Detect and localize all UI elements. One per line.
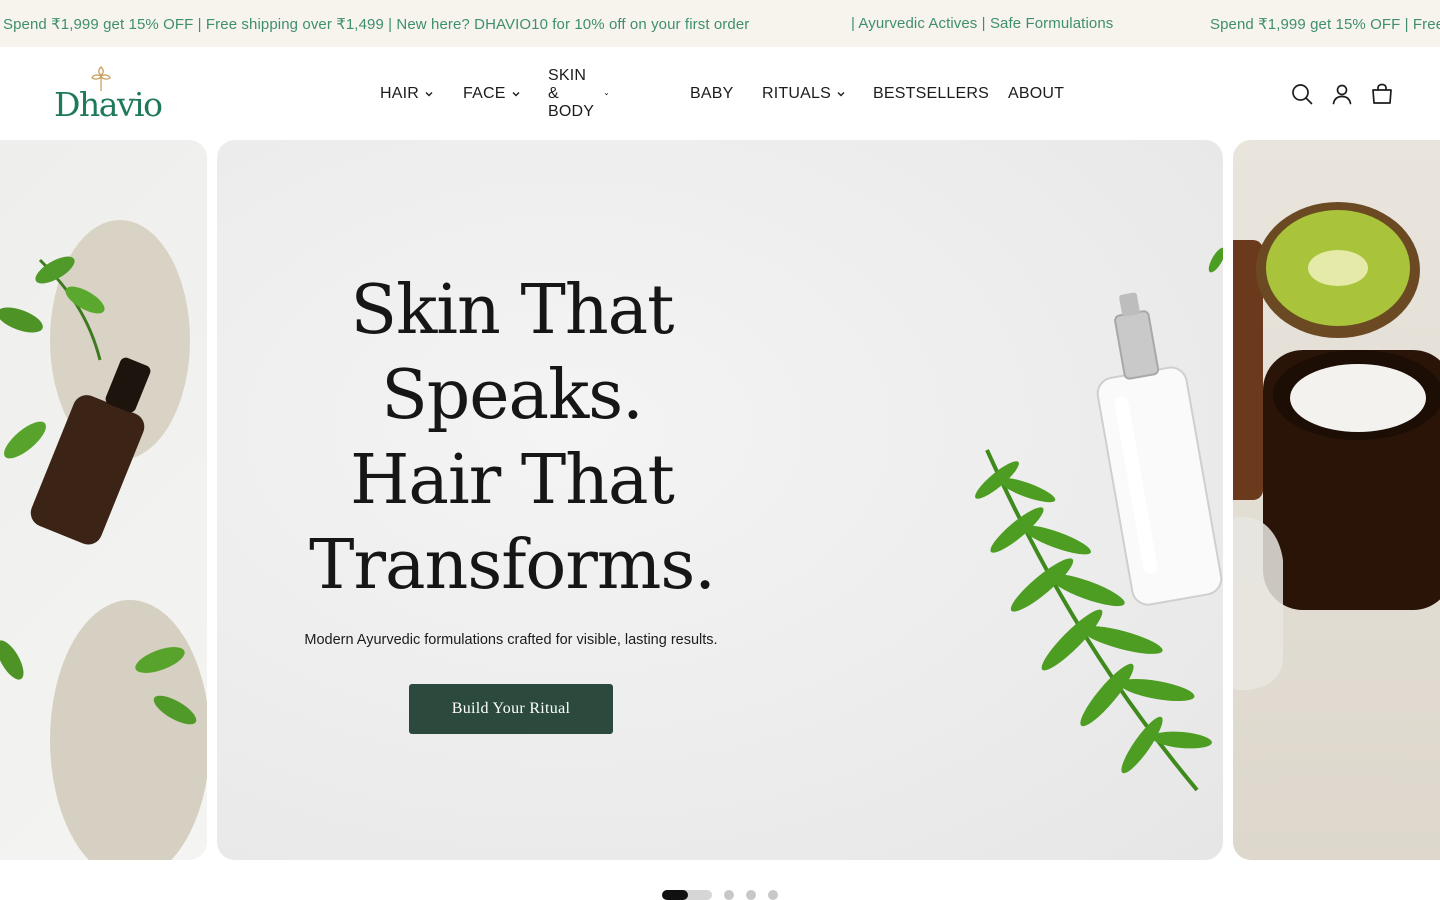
nav-item-face[interactable]: FACE (463, 83, 521, 105)
nav-item-label: BESTSELLERS (873, 85, 990, 102)
nav-item-baby[interactable]: BABY (690, 83, 734, 105)
nav-item-rituals[interactable]: RITUALS (762, 83, 846, 105)
product-photo (1233, 202, 1440, 691)
carousel-dot[interactable] (746, 890, 756, 900)
cart-icon[interactable] (1370, 82, 1394, 106)
announcement-message: Spend ₹1,999 get 15% OFF | Free (1210, 16, 1440, 33)
chevron-down-icon (425, 92, 433, 97)
account-icon[interactable] (1330, 82, 1354, 106)
brand-logo[interactable]: Dhavio (54, 63, 163, 125)
carousel-slide-previous[interactable] (0, 140, 207, 860)
nav-item-label: FACE (463, 85, 506, 102)
nav-item-label: ABOUT (1008, 85, 1065, 102)
hero-title: Skin That Speaks. Hair That Transforms. (309, 271, 716, 605)
carousel-dot-track[interactable] (662, 890, 712, 900)
logo-wordmark: Dhavio (54, 85, 163, 124)
nav-item-label: HAIR (380, 85, 420, 102)
announcement-bar: Spend ₹1,999 get 15% OFF | Free shipping… (0, 0, 1440, 47)
build-ritual-button[interactable]: Build Your Ritual (409, 684, 613, 734)
nav-item-skin-body[interactable]: SKIN & BODY (548, 67, 609, 120)
nav-item-about[interactable]: ABOUT (1008, 83, 1064, 105)
nav-item-hair[interactable]: HAIR (380, 83, 434, 105)
site-header: Dhavio HAIR FACE SKIN & BODY BABY RITUAL… (0, 47, 1440, 140)
chevron-down-icon (512, 92, 520, 97)
announcement-message: | Ayurvedic Actives | Safe Formulations (851, 15, 1114, 32)
nav-item-label: RITUALS (762, 85, 831, 102)
nav-item-label: SKIN & BODY (548, 67, 595, 120)
nav-item-bestsellers[interactable]: BESTSELLERS (873, 83, 989, 105)
chevron-down-icon (604, 93, 609, 96)
carousel-slide-active: Skin That Speaks. Hair That Transforms. … (217, 140, 1223, 860)
announcement-message: Spend ₹1,999 get 15% OFF | Free shipping… (3, 16, 750, 33)
carousel-dot[interactable] (724, 890, 734, 900)
nav-item-label: BABY (690, 85, 734, 102)
carousel-dot-active (662, 890, 688, 900)
chevron-down-icon (837, 92, 845, 97)
hero-subtitle: Modern Ayurvedic formulations crafted fo… (304, 632, 718, 648)
carousel-slide-next[interactable] (1233, 140, 1440, 860)
search-icon[interactable] (1290, 82, 1314, 106)
product-photo (0, 220, 207, 860)
carousel-dot[interactable] (768, 890, 778, 900)
